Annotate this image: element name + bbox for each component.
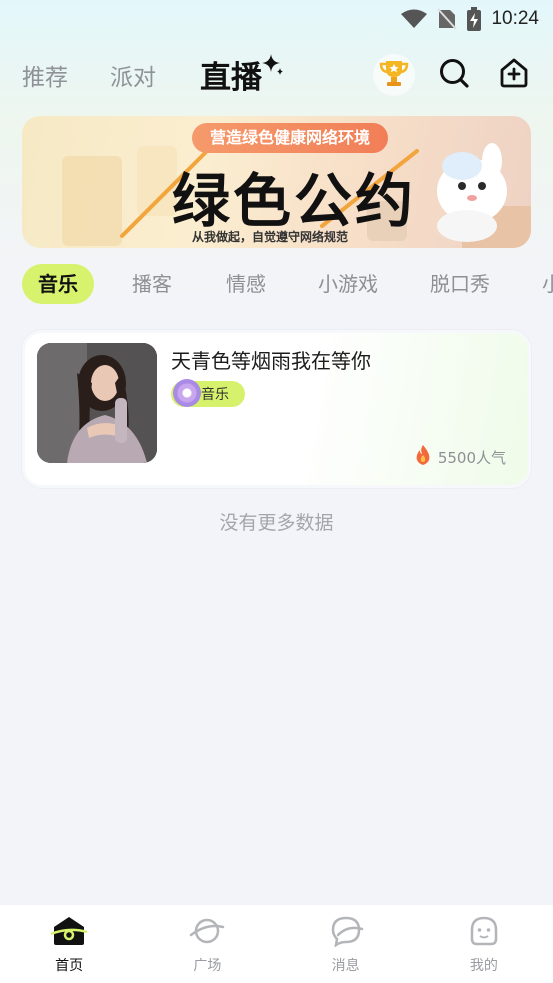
room-popularity: 5500人气 — [414, 445, 506, 469]
green-pledge-banner[interactable]: 营造绿色健康网络环境 绿色公约 从我做起，自觉遵守网络规范 — [22, 116, 531, 248]
tab-recommend[interactable]: 推荐 — [22, 58, 68, 92]
sparkle-icon — [262, 48, 284, 84]
status-bar: 10:24 — [0, 0, 553, 38]
message-icon — [328, 915, 364, 951]
create-live-button[interactable] — [493, 54, 535, 96]
profile-icon — [466, 915, 502, 951]
nav-home-label: 首页 — [55, 958, 84, 974]
fire-icon — [414, 445, 432, 469]
no-sim-icon — [437, 8, 458, 30]
planet-icon — [189, 915, 225, 951]
tab-live-label: 直播 — [200, 60, 262, 96]
nav-messages-label: 消息 — [331, 958, 360, 974]
list-end-text: 没有更多数据 — [219, 512, 334, 534]
home-icon — [50, 915, 88, 951]
category-minigame[interactable]: 小游戏 — [318, 264, 378, 304]
room-category-label: 音乐 — [201, 387, 229, 403]
category-emotion[interactable]: 情感 — [226, 264, 266, 304]
top-nav: 推荐 派对 直播 — [0, 50, 553, 100]
category-music[interactable]: 音乐 — [22, 264, 94, 304]
nav-profile-label: 我的 — [469, 958, 498, 974]
trophy-icon — [378, 57, 410, 93]
add-house-icon — [498, 57, 530, 93]
category-talk-show[interactable]: 脱口秀 — [430, 264, 490, 304]
banner-subtitle: 从我做起，自觉遵守网络规范 — [192, 230, 349, 244]
nav-profile[interactable]: 我的 — [415, 905, 553, 983]
ranking-button[interactable] — [373, 54, 415, 96]
nav-square[interactable]: 广场 — [138, 905, 276, 983]
wifi-icon — [401, 9, 428, 29]
bottom-nav: 首页 广场 消息 我的 — [0, 905, 553, 983]
tab-live[interactable]: 直播 — [200, 52, 283, 97]
nav-home[interactable]: 首页 — [0, 905, 138, 983]
search-icon — [438, 57, 470, 93]
category-overflow[interactable]: 小 — [542, 264, 553, 304]
room-category-tag: 音乐 — [171, 379, 245, 407]
nav-actions — [373, 54, 535, 96]
live-room-card[interactable]: 天青色等烟雨我在等你 音乐 5500人气 — [22, 330, 531, 488]
music-disc-icon — [173, 379, 201, 407]
popularity-count: 5500人气 — [437, 448, 506, 467]
room-title: 天青色等烟雨我在等你 — [171, 349, 371, 373]
nav-messages[interactable]: 消息 — [277, 905, 415, 983]
room-cover-image — [37, 343, 157, 463]
category-tabs: 音乐 播客 情感 小游戏 脱口秀 小 — [22, 264, 553, 304]
tab-party[interactable]: 派对 — [110, 58, 156, 92]
status-time: 10:24 — [491, 8, 539, 29]
live-screen: 10:24 推荐 派对 直播 营造绿色健康网络环境 绿色公约 从我做起，自觉遵守… — [0, 0, 553, 983]
banner-pill: 营造绿色健康网络环境 — [192, 123, 388, 153]
battery-charging-icon — [467, 7, 482, 31]
banner-title: 绿色公约 — [172, 167, 417, 235]
search-button[interactable] — [433, 54, 475, 96]
category-podcast[interactable]: 播客 — [132, 264, 172, 304]
nav-square-label: 广场 — [193, 958, 222, 974]
